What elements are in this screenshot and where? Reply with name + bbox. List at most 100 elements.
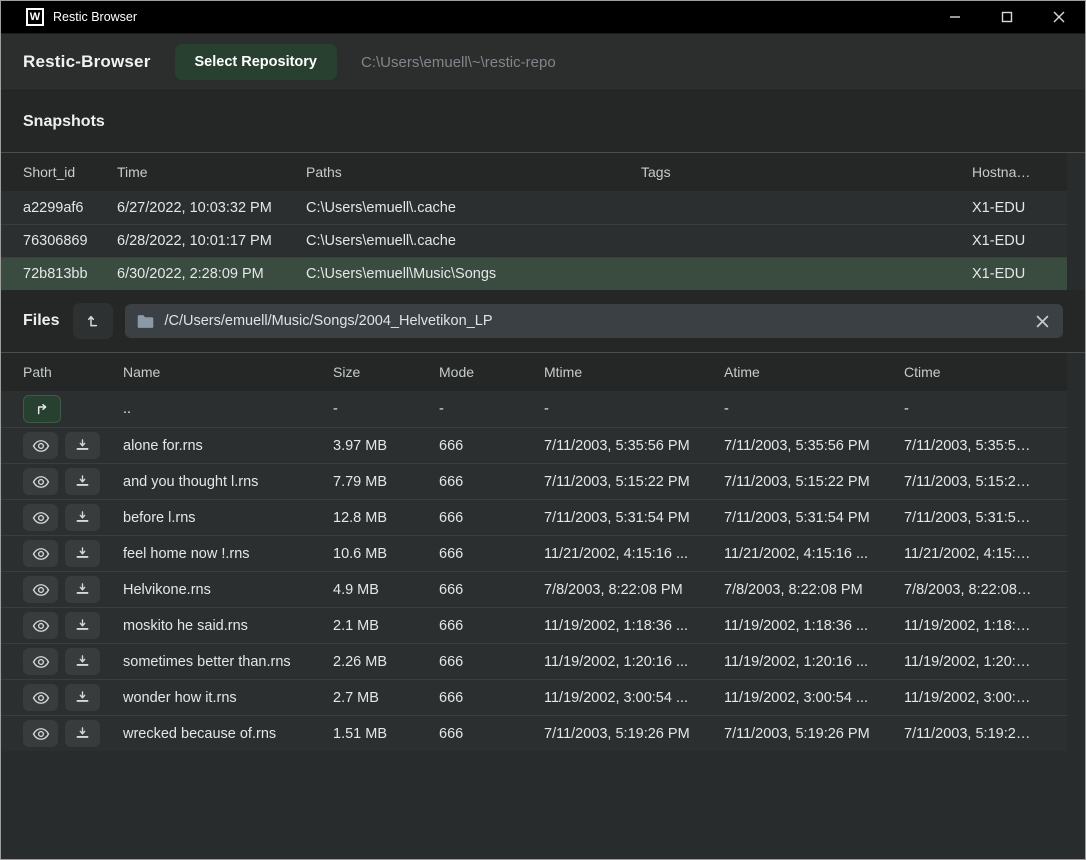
file-ctime: - [904,401,1045,417]
file-mode: 666 [439,618,544,634]
column-short-id: Short_id [23,164,117,180]
file-size: - [333,401,439,417]
clear-icon [1036,315,1049,328]
file-size: 7.79 MB [333,474,439,490]
file-ctime: 11/21/2002, 4:15:16 ... [904,546,1045,562]
folder-icon [137,314,154,329]
eye-icon [32,727,50,741]
file-row: moskito he said.rns 2.1 MB 666 11/19/200… [1,607,1067,643]
close-icon [1053,11,1065,23]
preview-file-button[interactable] [23,612,58,639]
snapshot-row[interactable]: a2299af6 6/27/2022, 10:03:32 PM C:\Users… [1,191,1067,224]
column-hostname: Hostname [972,164,1045,180]
download-file-button[interactable] [65,720,100,747]
eye-icon [32,475,50,489]
snapshot-hostname: X1-EDU [972,233,1045,249]
file-atime: 7/11/2003, 5:35:56 PM [724,438,904,454]
parent-directory-row[interactable]: .. - - - - - [1,391,1067,427]
clear-path-button[interactable] [1034,313,1051,330]
parent-directory-button[interactable] [73,303,113,339]
file-atime: 11/19/2002, 3:00:54 ... [724,690,904,706]
files-table-body: .. - - - - - alone for.rns 3.97 MB 666 7… [1,391,1085,751]
column-paths: Paths [306,164,641,180]
snapshot-short-id: 76306869 [23,233,117,249]
eye-icon [32,619,50,633]
file-row: and you thought l.rns 7.79 MB 666 7/11/2… [1,463,1067,499]
preview-file-button[interactable] [23,432,58,459]
minimize-button[interactable] [929,1,981,33]
column-time: Time [117,164,306,180]
snapshot-short-id: 72b813bb [23,266,117,282]
download-icon [75,474,90,489]
file-atime: 11/19/2002, 1:18:36 ... [724,618,904,634]
file-ctime: 11/19/2002, 3:00:54 ... [904,690,1045,706]
select-repository-button[interactable]: Select Repository [175,44,338,80]
file-row: Helvikone.rns 4.9 MB 666 7/8/2003, 8:22:… [1,571,1067,607]
download-file-button[interactable] [65,684,100,711]
current-path: /C/Users/emuell/Music/Songs/2004_Helveti… [164,313,1024,329]
file-mtime: 11/21/2002, 4:15:16 ... [544,546,724,562]
preview-file-button[interactable] [23,576,58,603]
download-file-button[interactable] [65,612,100,639]
download-file-button[interactable] [65,468,100,495]
preview-file-button[interactable] [23,720,58,747]
file-mtime: 7/8/2003, 8:22:08 PM [544,582,724,598]
column-mtime: Mtime [544,364,724,380]
preview-file-button[interactable] [23,504,58,531]
app-name: Restic-Browser [23,52,151,72]
file-mode: 666 [439,546,544,562]
file-name: and you thought l.rns [123,474,333,490]
download-icon [75,654,90,669]
file-mode: 666 [439,510,544,526]
snapshots-title: Snapshots [23,113,105,131]
preview-file-button[interactable] [23,684,58,711]
eye-icon [32,655,50,669]
maximize-button[interactable] [981,1,1033,33]
column-size: Size [333,364,439,380]
files-title: Files [23,312,59,330]
eye-icon [32,583,50,597]
path-input[interactable]: /C/Users/emuell/Music/Songs/2004_Helveti… [125,304,1063,338]
snapshot-row[interactable]: 76306869 6/28/2022, 10:01:17 PM C:\Users… [1,224,1067,257]
file-name: wonder how it.rns [123,690,333,706]
up-right-arrow-icon [34,401,50,417]
file-mode: 666 [439,474,544,490]
close-button[interactable] [1033,1,1085,33]
download-icon [75,438,90,453]
download-file-button[interactable] [65,504,100,531]
file-name: .. [123,401,333,417]
file-mtime: 11/19/2002, 3:00:54 ... [544,690,724,706]
column-path: Path [23,364,123,380]
file-ctime: 7/11/2003, 5:19:26 PM [904,726,1045,742]
snapshot-time: 6/27/2022, 10:03:32 PM [117,200,306,216]
file-name: before l.rns [123,510,333,526]
snapshots-table-header: Short_id Time Paths Tags Hostname [1,153,1067,191]
file-ctime: 7/11/2003, 5:15:22 PM [904,474,1045,490]
file-mtime: 11/19/2002, 1:20:16 ... [544,654,724,670]
snapshot-time: 6/28/2022, 10:01:17 PM [117,233,306,249]
file-mtime: 7/11/2003, 5:19:26 PM [544,726,724,742]
file-row: feel home now !.rns 10.6 MB 666 11/21/20… [1,535,1067,571]
download-file-button[interactable] [65,432,100,459]
file-mode: 666 [439,582,544,598]
file-name: feel home now !.rns [123,546,333,562]
file-size: 2.26 MB [333,654,439,670]
go-up-button[interactable] [23,395,61,423]
repository-path: C:\Users\emuell\~\restic-repo [361,54,556,71]
snapshot-row[interactable]: 72b813bb 6/30/2022, 2:28:09 PM C:\Users\… [1,257,1067,290]
file-mode: 666 [439,654,544,670]
eye-icon [32,691,50,705]
file-mtime: - [544,401,724,417]
download-file-button[interactable] [65,576,100,603]
download-icon [75,546,90,561]
preview-file-button[interactable] [23,648,58,675]
snapshot-paths: C:\Users\emuell\.cache [306,233,641,249]
file-mode: - [439,401,544,417]
download-file-button[interactable] [65,648,100,675]
file-ctime: 7/11/2003, 5:35:56 PM [904,438,1045,454]
preview-file-button[interactable] [23,540,58,567]
file-name: Helvikone.rns [123,582,333,598]
download-file-button[interactable] [65,540,100,567]
preview-file-button[interactable] [23,468,58,495]
minimize-icon [949,11,961,23]
